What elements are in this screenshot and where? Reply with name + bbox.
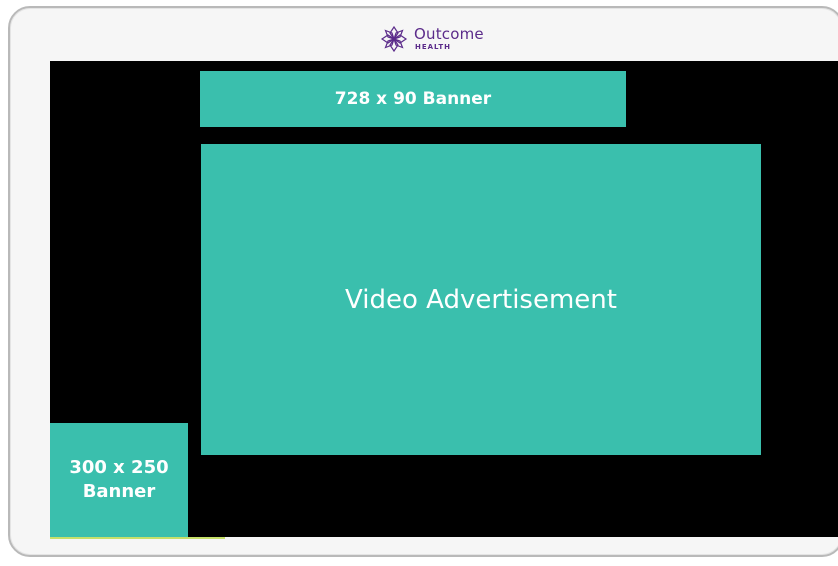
rectangle-banner-label: 300 x 250 Banner [69,456,168,505]
leaderboard-banner-label: 728 x 90 Banner [334,89,492,109]
logo-flower-icon [380,25,408,53]
rectangle-banner-ad[interactable]: 300 x 250 Banner [50,423,188,537]
rectangle-banner-word: Banner [82,481,156,502]
leaderboard-banner-ad[interactable]: 728 x 90 Banner [200,71,626,127]
logo-wordmark: Outcome HEALTH [414,27,484,51]
accent-divider [50,537,225,539]
tablet-screen: 728 x 90 Banner Video Advertisement 300 … [50,61,838,537]
logo-subtitle: HEALTH [415,43,451,51]
video-advertisement-label: Video Advertisement [345,284,617,315]
rectangle-banner-size: 300 x 250 [69,456,169,478]
logo-name: Outcome [414,25,484,43]
video-advertisement[interactable]: Video Advertisement [201,144,761,455]
outcome-health-logo: Outcome HEALTH [378,22,484,56]
